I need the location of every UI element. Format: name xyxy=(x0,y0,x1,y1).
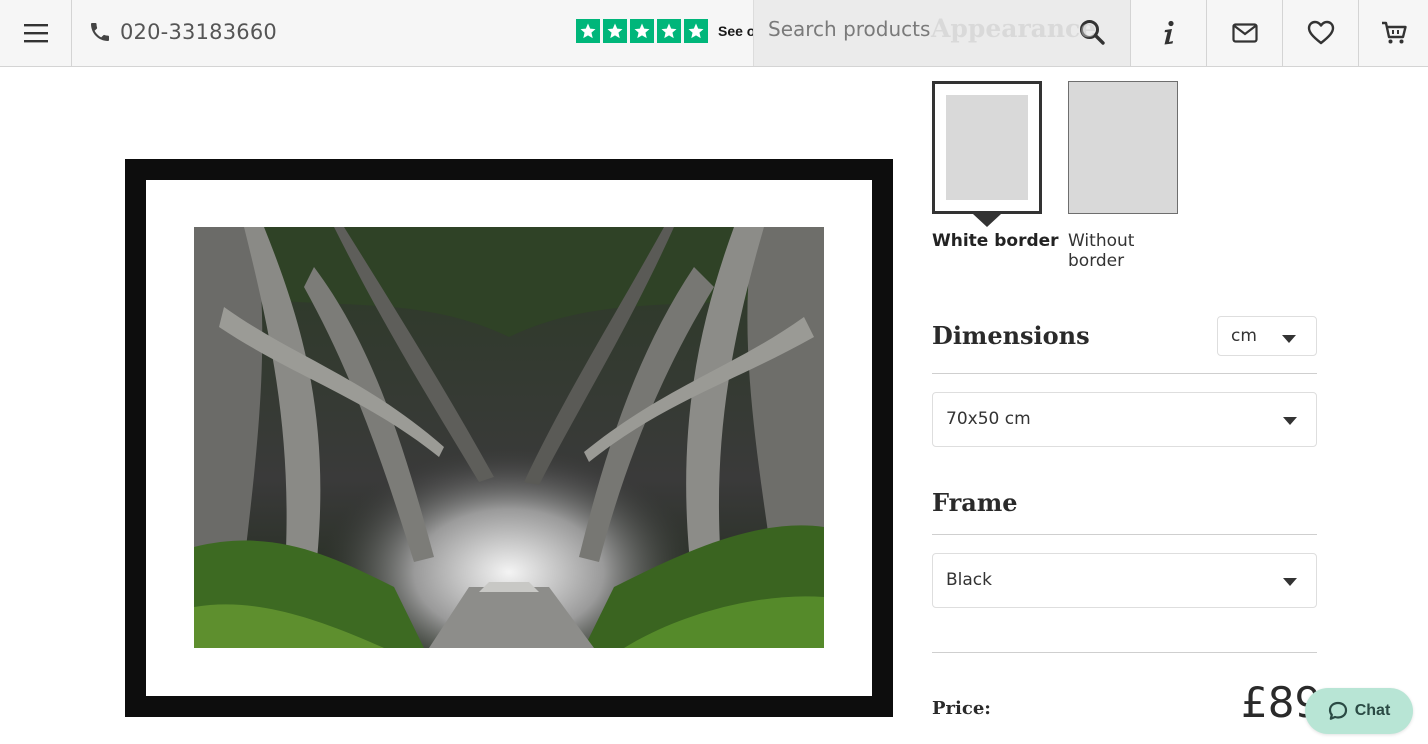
dimensions-value: 70x50 cm xyxy=(946,409,1031,429)
trustpilot-text: See our xyxy=(718,23,758,39)
contact-button[interactable] xyxy=(1206,0,1282,66)
wishlist-button[interactable] xyxy=(1282,0,1358,66)
info-icon xyxy=(1164,20,1174,45)
cart-icon xyxy=(1381,21,1407,44)
star-icon xyxy=(684,19,708,43)
star-icon xyxy=(657,19,681,43)
divider xyxy=(932,652,1317,653)
unit-select[interactable]: cm xyxy=(1217,316,1317,356)
divider xyxy=(932,373,1317,374)
phone-number: 020-33183660 xyxy=(120,20,277,44)
framed-artwork xyxy=(125,159,893,717)
star-icon xyxy=(630,19,654,43)
phone-link[interactable]: 020-33183660 xyxy=(88,17,277,47)
option-thumbnail xyxy=(946,95,1028,200)
appearance-option-without-border[interactable] xyxy=(1068,81,1178,214)
divider xyxy=(932,534,1317,535)
hamburger-icon xyxy=(23,24,48,43)
chevron-down-icon xyxy=(1282,335,1296,343)
option-label-without-border: Without border xyxy=(1068,231,1135,271)
appearance-option-white-border[interactable] xyxy=(932,81,1042,227)
phone-icon xyxy=(91,23,109,41)
dimensions-title: Dimensions xyxy=(932,321,1090,350)
frame-title: Frame xyxy=(932,488,1018,517)
heart-icon xyxy=(1307,20,1334,45)
selected-indicator xyxy=(973,214,1001,227)
site-header: 020-33183660 See our Search products xyxy=(0,0,1428,67)
search-input[interactable]: Search products xyxy=(768,17,930,41)
white-border-mat xyxy=(146,180,872,696)
trustpilot-widget[interactable]: See our xyxy=(576,19,758,43)
mail-icon xyxy=(1231,23,1258,43)
info-button[interactable] xyxy=(1130,0,1206,66)
dimensions-select[interactable]: 70x50 cm xyxy=(932,392,1317,447)
chat-button[interactable]: Chat xyxy=(1305,688,1413,734)
chat-bubble-icon xyxy=(1328,701,1347,720)
appearance-title: Appearance xyxy=(931,14,1097,43)
star-icon xyxy=(576,19,600,43)
unit-value: cm xyxy=(1231,326,1257,346)
chat-label: Chat xyxy=(1354,702,1391,719)
price-label: Price: xyxy=(932,698,991,719)
product-photo[interactable] xyxy=(194,227,824,648)
chevron-down-icon xyxy=(1283,578,1297,586)
chevron-down-icon xyxy=(1283,417,1297,425)
menu-button[interactable] xyxy=(0,0,72,66)
cart-button[interactable] xyxy=(1358,0,1428,66)
frame-select[interactable]: Black xyxy=(932,553,1317,608)
option-label-white-border: White border xyxy=(932,231,1059,251)
frame-value: Black xyxy=(946,570,992,590)
star-icon xyxy=(603,19,627,43)
